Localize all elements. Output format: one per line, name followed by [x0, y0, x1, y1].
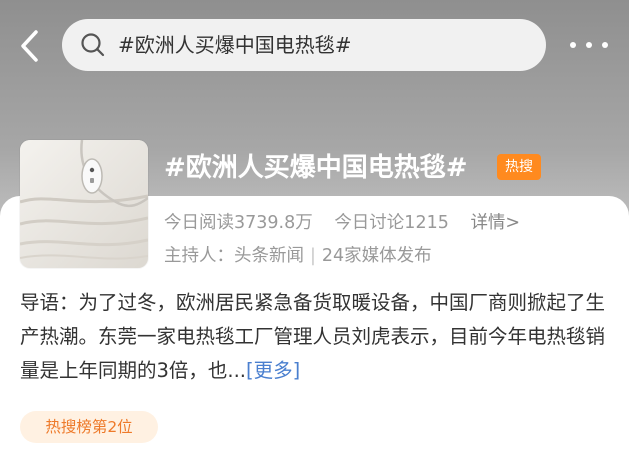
divider: | [310, 246, 316, 266]
search-icon [81, 33, 105, 57]
today-reads: 今日阅读3739.8万 [164, 213, 313, 233]
more-link[interactable]: [更多] [246, 359, 300, 382]
media-count: 24家媒体发布 [321, 246, 432, 266]
search-query-text: #欧洲人买爆中国电热毯# [118, 33, 352, 57]
search-input[interactable]: #欧洲人买爆中国电热毯# [62, 19, 546, 71]
electric-blanket-photo [20, 140, 148, 268]
top-nav-bar: #欧洲人买爆中国电热毯# [0, 0, 629, 92]
back-button[interactable] [14, 24, 50, 68]
hot-rank-badge[interactable]: 热搜榜第2位 [20, 411, 158, 443]
intro-text: 导语：为了过冬，欧洲居民紧急备货取暖设备，中国厂商则掀起了生产热潮。东莞一家电热… [20, 291, 606, 382]
today-discussions: 今日讨论1215 [334, 213, 449, 233]
host-label: 主持人：头条新闻 [164, 246, 304, 266]
chevron-left-icon [21, 30, 38, 62]
topic-intro: 导语：为了过冬，欧洲居民紧急备货取暖设备，中国厂商则掀起了生产热潮。东莞一家电热… [20, 286, 612, 388]
more-options-button[interactable] [566, 30, 612, 60]
detail-link[interactable]: 详情> [470, 213, 520, 233]
hot-badge: 热搜 [497, 154, 541, 180]
more-dots-icon [570, 42, 576, 48]
topic-thumbnail[interactable] [20, 140, 148, 268]
topic-host-line: 主持人：头条新闻 | 24家媒体发布 [164, 242, 432, 270]
more-dot [602, 42, 608, 48]
topic-title: #欧洲人买爆中国电热毯# [164, 153, 468, 183]
more-dot [586, 42, 592, 48]
topic-stats: 今日阅读3739.8万 今日讨论1215 详情> [164, 209, 520, 237]
